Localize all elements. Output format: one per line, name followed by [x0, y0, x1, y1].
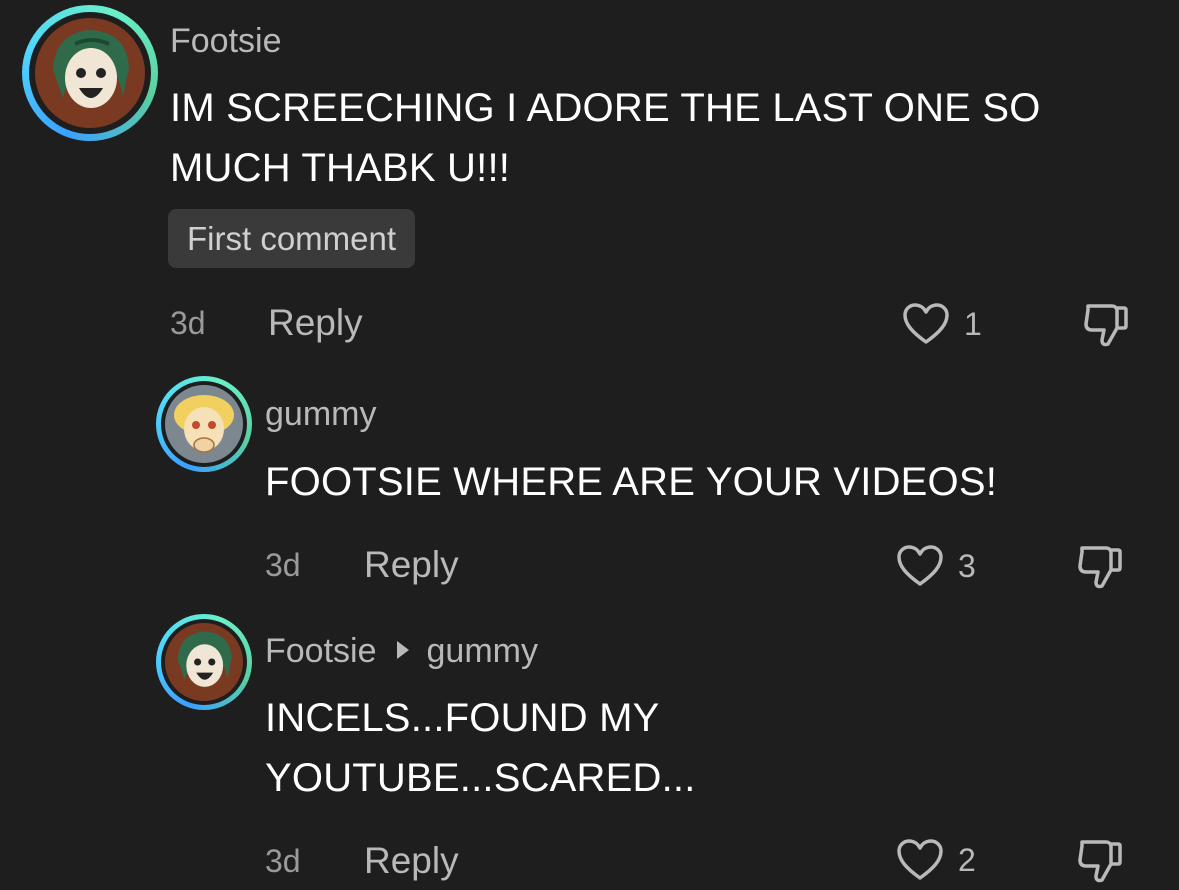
- dislike-button[interactable]: [1076, 836, 1124, 890]
- dislike-button[interactable]: [1082, 300, 1130, 355]
- comments-thread: Footsie IM SCREECHING I ADORE THE LAST O…: [0, 0, 1179, 890]
- comment-username-line: Footsie gummy: [265, 632, 538, 671]
- dislike-button[interactable]: [1076, 542, 1124, 597]
- like-count: 1: [964, 305, 982, 342]
- reply-button[interactable]: Reply: [268, 302, 363, 344]
- avatar-gummy[interactable]: [156, 376, 252, 472]
- heart-outline-icon: [897, 545, 943, 586]
- first-comment-badge: First comment: [168, 209, 416, 268]
- like-button[interactable]: 3: [896, 544, 976, 588]
- comment-username[interactable]: Footsie: [265, 632, 377, 670]
- avatar-footsie[interactable]: [156, 614, 252, 710]
- avatar-footsie[interactable]: [22, 5, 158, 141]
- comment-timestamp: 3d: [265, 547, 301, 583]
- triangle-right-icon: [396, 641, 409, 660]
- comment-text-line: MUCH THABK U!!!: [170, 146, 511, 190]
- comment-text: FOOTSIE WHERE ARE YOUR VIDEOS!: [265, 452, 997, 512]
- like-button[interactable]: 1: [902, 302, 982, 346]
- reply-button[interactable]: Reply: [364, 544, 459, 586]
- heart-outline-icon: [897, 839, 943, 880]
- avatar-image: [165, 623, 243, 701]
- comment-text-line: IM SCREECHING I ADORE THE LAST ONE SO: [170, 86, 1041, 130]
- reply-to-username[interactable]: gummy: [427, 632, 538, 670]
- comment-username[interactable]: Footsie: [170, 22, 282, 61]
- heart-outline-icon: [903, 303, 949, 344]
- comment-text: IM SCREECHING I ADORE THE LAST ONE SO MU…: [170, 78, 1041, 198]
- reply-button[interactable]: Reply: [364, 840, 459, 882]
- thumbs-down-icon: [1078, 840, 1122, 883]
- comment-text: INCELS...FOUND MY YOUTUBE...SCARED...: [265, 688, 696, 808]
- avatar-image: [165, 385, 243, 463]
- thumbs-down-icon: [1078, 546, 1122, 589]
- comment-timestamp: 3d: [170, 305, 206, 341]
- like-button[interactable]: 2: [896, 838, 976, 882]
- comment-text-line: INCELS...FOUND MY: [265, 696, 660, 740]
- comment-username[interactable]: gummy: [265, 395, 376, 434]
- like-count: 3: [958, 547, 976, 584]
- like-count: 2: [958, 841, 976, 878]
- comment-timestamp: 3d: [265, 843, 301, 879]
- comment-text-line: YOUTUBE...SCARED...: [265, 756, 696, 800]
- comment-text-line: FOOTSIE WHERE ARE YOUR VIDEOS!: [265, 460, 998, 504]
- avatar-image: [35, 18, 145, 128]
- thumbs-down-icon: [1084, 304, 1128, 347]
